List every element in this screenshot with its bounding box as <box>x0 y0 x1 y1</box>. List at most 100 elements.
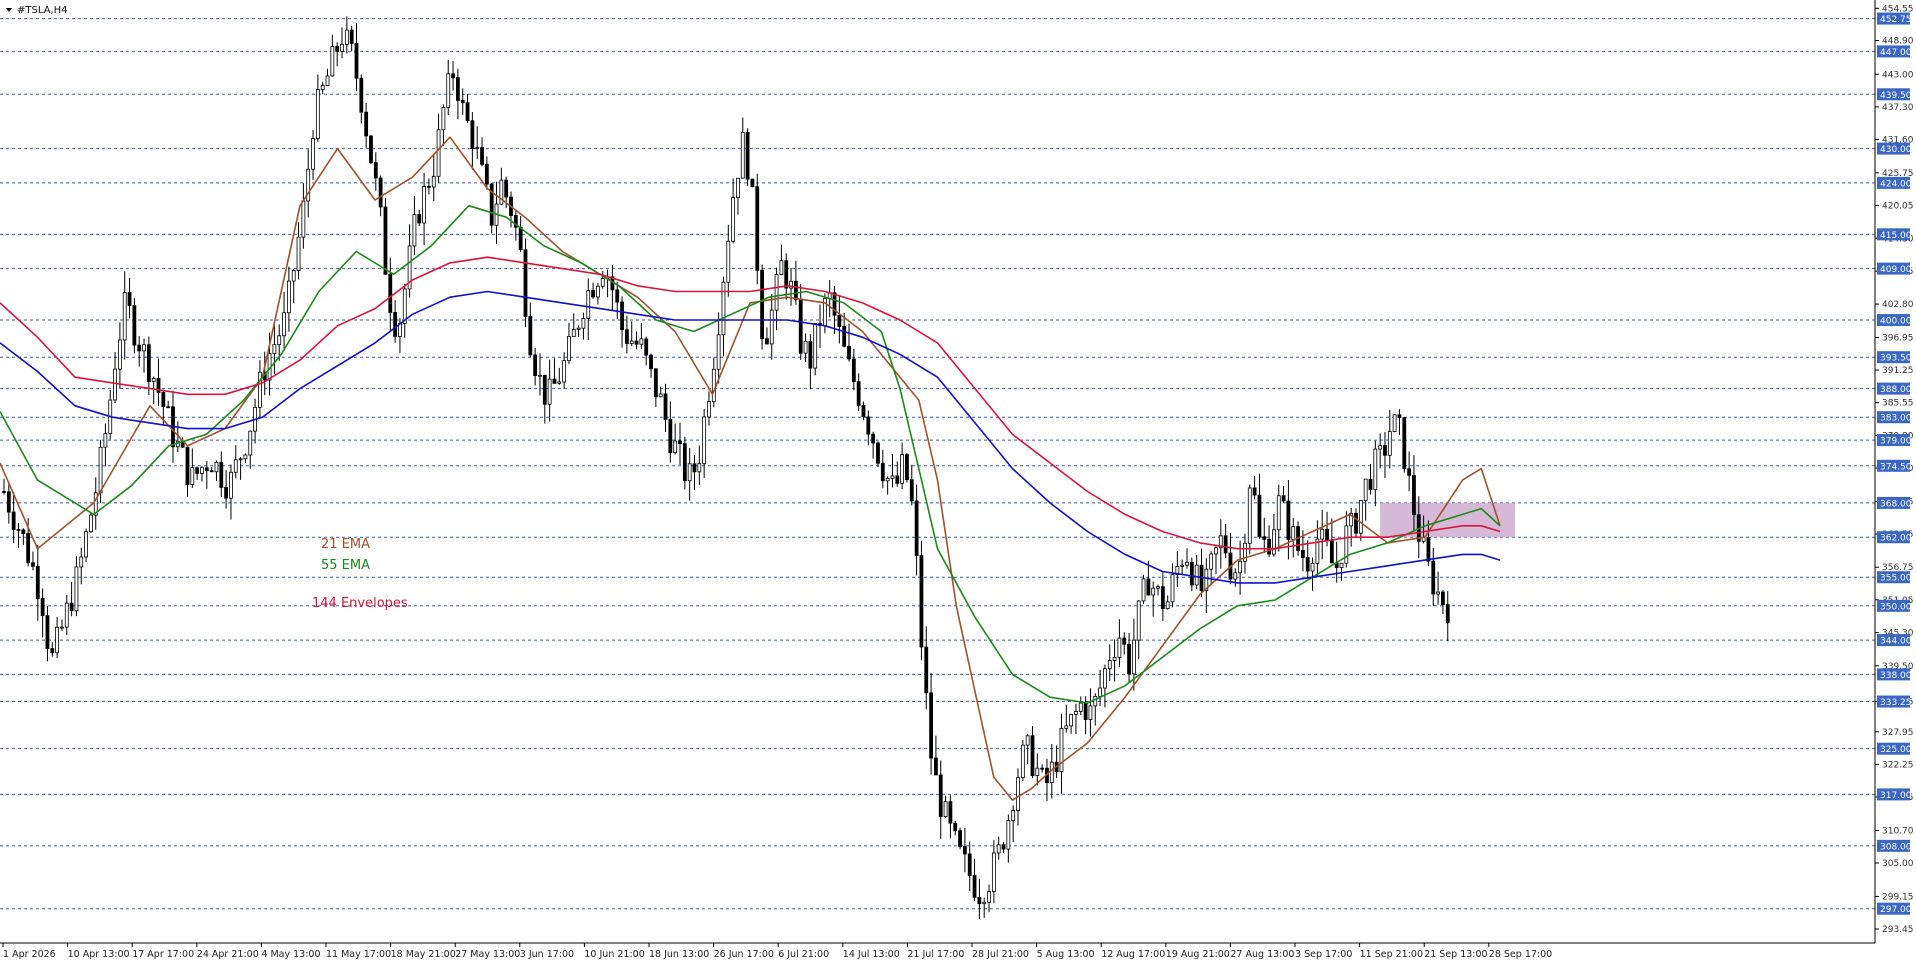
candle-body <box>219 462 224 488</box>
candle-body <box>876 442 880 464</box>
candle-body <box>1030 735 1035 776</box>
candle-body <box>682 443 687 482</box>
price-level-badge-text: 374.50 <box>1880 462 1912 472</box>
price-level-badge-text: 338.00 <box>1880 671 1912 681</box>
candle-body <box>591 290 595 298</box>
price-tick-label: 293.45 <box>1882 925 1914 935</box>
time-tick-label: 24 Apr 21:00 <box>197 949 259 960</box>
candle-body <box>1107 660 1112 670</box>
candle-body <box>779 260 784 275</box>
candle-body <box>35 565 40 599</box>
candle-body <box>436 129 441 177</box>
candle-body <box>668 419 673 454</box>
candle-body <box>1339 562 1344 569</box>
time-tick-label: 3 Sep 17:00 <box>1295 949 1352 960</box>
candle-body <box>1412 474 1416 516</box>
candle-body <box>349 29 354 44</box>
candle-body <box>1387 431 1392 456</box>
chart-window[interactable]: 454.55 448.90 443.00 437.30 431.60 425.75 420.… <box>0 0 1916 963</box>
time-tick-label: 28 Jul 21:00 <box>972 949 1029 960</box>
candle-body <box>1262 536 1267 540</box>
candle-body <box>359 77 364 113</box>
time-tick-label: 11 May 17:00 <box>326 949 391 960</box>
chart-canvas[interactable]: 454.55448.90443.00437.30431.60425.75420.… <box>0 0 1916 963</box>
candle-body <box>755 186 760 271</box>
candle-body <box>571 329 576 337</box>
price-level-badge-text: 415.00 <box>1880 231 1912 241</box>
time-tick-label: 1 Apr 2026 <box>3 949 56 960</box>
candle-body <box>301 200 306 238</box>
candle-body <box>21 529 26 534</box>
candle-body <box>576 327 581 330</box>
candle-body <box>991 852 996 892</box>
candle-body <box>721 281 726 336</box>
candle-body <box>1074 711 1078 715</box>
candle-body <box>64 602 69 628</box>
candle-body <box>760 269 764 340</box>
price-tick-label: 396.95 <box>1882 333 1914 343</box>
candle-body <box>364 111 369 137</box>
candle-body <box>528 316 533 356</box>
candle-body <box>315 89 320 139</box>
candle-body <box>567 336 571 362</box>
candle-body <box>653 368 658 398</box>
candle-body <box>856 381 861 406</box>
candle-body <box>151 378 156 382</box>
candle-body <box>948 801 953 824</box>
price-tick-label: 420.05 <box>1882 201 1914 211</box>
candle-body <box>1160 586 1165 609</box>
candle-body <box>745 132 750 180</box>
candle-body <box>967 853 972 876</box>
candle-body <box>803 340 808 354</box>
candle-body <box>417 214 422 224</box>
candle-body <box>427 185 431 188</box>
candle-body <box>1426 536 1431 562</box>
candle-body <box>880 462 885 482</box>
candle-body <box>562 360 567 383</box>
candle-body <box>1020 744 1025 778</box>
candle-body <box>731 197 736 242</box>
time-tick-label: 21 Sep 13:00 <box>1424 949 1487 960</box>
candle-body <box>127 292 132 307</box>
legend-ema55: 55 EMA <box>321 558 370 573</box>
candle-body <box>663 393 668 420</box>
candle-body <box>1059 727 1064 772</box>
candle-body <box>200 467 204 474</box>
candle-body <box>103 433 108 448</box>
candle-body <box>335 46 340 52</box>
candle-body <box>1049 761 1054 784</box>
candle-body <box>919 555 924 648</box>
candle-body <box>1233 572 1238 580</box>
candle-body <box>204 467 209 472</box>
candle-body <box>1441 591 1445 605</box>
candle-body <box>697 463 702 473</box>
candle-body <box>634 340 639 345</box>
candle-body <box>851 358 856 383</box>
candle-body <box>422 185 426 224</box>
candle-body <box>402 288 407 324</box>
candle-body <box>1276 495 1281 531</box>
candle-body <box>750 178 755 188</box>
candle-body <box>1001 844 1006 850</box>
candle-body <box>586 290 591 319</box>
candle-body <box>900 454 905 484</box>
candle-body <box>552 378 557 384</box>
time-tick-label: 18 Jun 13:00 <box>649 949 709 960</box>
candle-body <box>1368 478 1373 491</box>
candle-body <box>195 467 200 474</box>
candle-body <box>924 646 929 694</box>
price-level-badge-text: 452.75 <box>1880 15 1912 25</box>
candle-body <box>1165 601 1170 609</box>
time-tick-label: 11 Sep 21:00 <box>1360 949 1423 960</box>
candle-body <box>736 177 740 199</box>
candle-body <box>914 500 919 557</box>
candle-body <box>707 401 711 418</box>
candle-body <box>615 289 620 303</box>
candle-body <box>673 440 678 454</box>
candle-body <box>470 120 475 149</box>
time-tick-label: 6 Jul 21:00 <box>778 949 829 960</box>
candle-body <box>238 458 243 461</box>
candle-body <box>484 163 489 185</box>
candle-body <box>1325 528 1329 542</box>
candle-body <box>272 344 277 354</box>
